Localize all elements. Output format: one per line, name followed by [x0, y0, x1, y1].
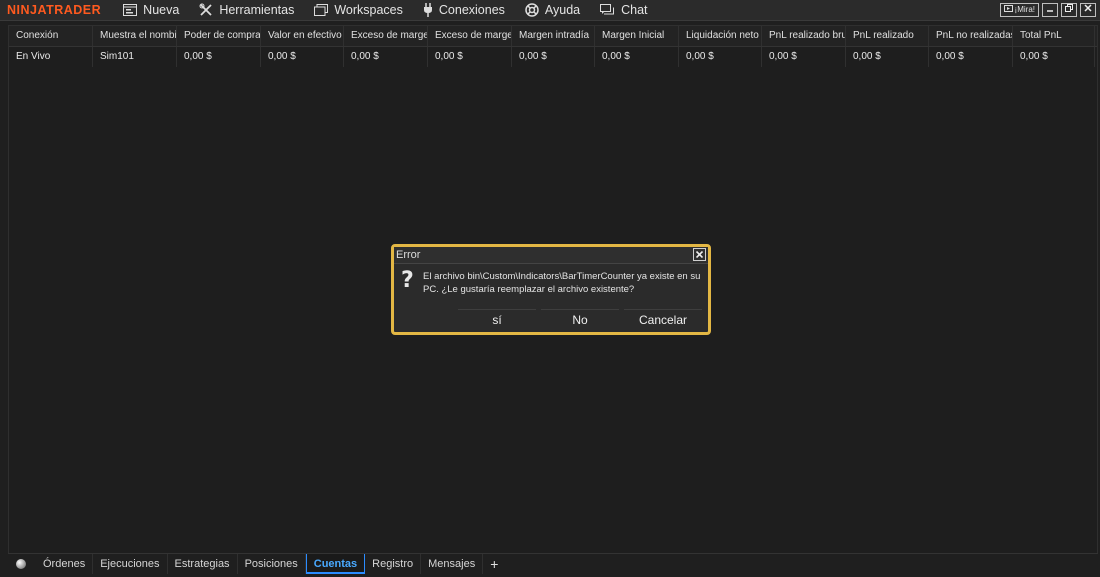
table-cell: 0,00 $ [512, 47, 595, 67]
tab-registro[interactable]: Registro [365, 554, 422, 574]
table-cell: 0,00 $ [344, 47, 428, 67]
workspaces-icon [314, 4, 329, 16]
new-window-icon [123, 4, 138, 16]
column-header[interactable]: PnL no realizadas [929, 26, 1013, 46]
column-header[interactable]: Liquidación neto [679, 26, 762, 46]
table-row[interactable]: En Vivo Sim101 0,00 $ 0,00 $ 0,00 $ 0,00… [9, 47, 1097, 67]
dialog-title: Error [396, 249, 421, 261]
table-cell: 0,00 $ [846, 47, 929, 67]
dialog-buttons: sí No Cancelar [394, 309, 708, 331]
table-cell: 0,00 $ [1013, 47, 1095, 67]
column-header[interactable]: PnL realizado [846, 26, 929, 46]
ninjatrader-logo: NINJATRADER [7, 3, 102, 17]
bottom-tab-bar: Órdenes Ejecuciones Estrategias Posicion… [8, 553, 1098, 574]
error-dialog: Error ? El archivo bin\Custom\Indicators… [391, 244, 711, 335]
restore-button[interactable] [1061, 3, 1077, 17]
tab-posiciones[interactable]: Posiciones [238, 554, 306, 574]
menu-workspaces[interactable]: Workspaces [314, 3, 403, 17]
window-controls: ¡Mira! [999, 3, 1096, 17]
plug-icon [423, 3, 433, 17]
menu-chat[interactable]: Chat [600, 3, 648, 17]
yes-button[interactable]: sí [458, 309, 536, 329]
tab-cuentas[interactable]: Cuentas [305, 554, 366, 574]
dialog-body: ? El archivo bin\Custom\Indicators\BarTi… [394, 264, 708, 306]
column-header[interactable]: Conexión [9, 26, 93, 46]
minimize-button[interactable] [1042, 3, 1058, 17]
lifebuoy-icon [525, 3, 539, 17]
menu-chat-label: Chat [621, 3, 648, 17]
add-tab-button[interactable]: + [483, 554, 505, 574]
question-icon: ? [401, 268, 414, 293]
minimize-icon [1046, 4, 1054, 16]
table-cell: 0,00 $ [929, 47, 1013, 67]
menu-conexiones-label: Conexiones [438, 3, 505, 17]
menu-ayuda[interactable]: Ayuda [525, 3, 580, 17]
table-cell: En Vivo [9, 47, 93, 67]
table-cell: 0,00 $ [428, 47, 512, 67]
menu-workspaces-label: Workspaces [334, 3, 403, 17]
column-header[interactable]: Margen Inicial [595, 26, 679, 46]
menu-bar: NINJATRADER Nueva Herramientas Workspace… [0, 0, 1100, 21]
close-icon [1084, 4, 1092, 16]
chat-icon [600, 3, 615, 17]
table-cell: Sim101 [93, 47, 177, 67]
column-header[interactable]: Total PnL [1013, 26, 1095, 46]
tab-mensajes[interactable]: Mensajes [421, 554, 484, 574]
table-cell: 0,00 $ [595, 47, 679, 67]
tab-menu-icon[interactable] [16, 559, 26, 569]
menu-herramientas-label: Herramientas [219, 3, 295, 17]
tools-icon [199, 3, 213, 17]
column-header[interactable]: Exceso de marge [344, 26, 428, 46]
column-header[interactable]: PnL realizado bru [762, 26, 846, 46]
close-button[interactable] [1080, 3, 1096, 17]
watch-label: ¡Mira! [1014, 5, 1035, 14]
table-cell: 0,00 $ [762, 47, 846, 67]
close-icon [695, 247, 704, 263]
column-header[interactable]: Margen intradía [512, 26, 595, 46]
tab-ejecuciones[interactable]: Ejecuciones [93, 554, 168, 574]
dialog-message: El archivo bin\Custom\Indicators\BarTime… [423, 271, 701, 295]
dialog-title-bar: Error [394, 247, 708, 264]
menu-nueva-label: Nueva [143, 3, 180, 17]
play-icon [1003, 4, 1013, 16]
menu-herramientas[interactable]: Herramientas [199, 3, 294, 17]
column-header[interactable]: Poder de compra [177, 26, 261, 46]
menu-ayuda-label: Ayuda [544, 3, 581, 17]
table-cell: 0,00 $ [679, 47, 762, 67]
menu-conexiones[interactable]: Conexiones [423, 3, 505, 17]
grid-header: Conexión Muestra el nombi Poder de compr… [9, 26, 1097, 47]
menu-nueva[interactable]: Nueva [123, 3, 179, 17]
table-cell: 0,00 $ [261, 47, 344, 67]
restore-icon [1065, 4, 1073, 16]
tab-estrategias[interactable]: Estrategias [168, 554, 238, 574]
table-cell: 0,00 $ [177, 47, 261, 67]
cancel-button[interactable]: Cancelar [624, 309, 702, 329]
column-header[interactable]: Valor en efectivo [261, 26, 344, 46]
dialog-close-button[interactable] [693, 248, 706, 261]
column-header[interactable]: Exceso de marge [428, 26, 512, 46]
column-header[interactable]: Muestra el nombi [93, 26, 177, 46]
watch-button[interactable]: ¡Mira! [999, 3, 1039, 17]
no-button[interactable]: No [541, 309, 619, 329]
tab-ordenes[interactable]: Órdenes [36, 554, 94, 574]
